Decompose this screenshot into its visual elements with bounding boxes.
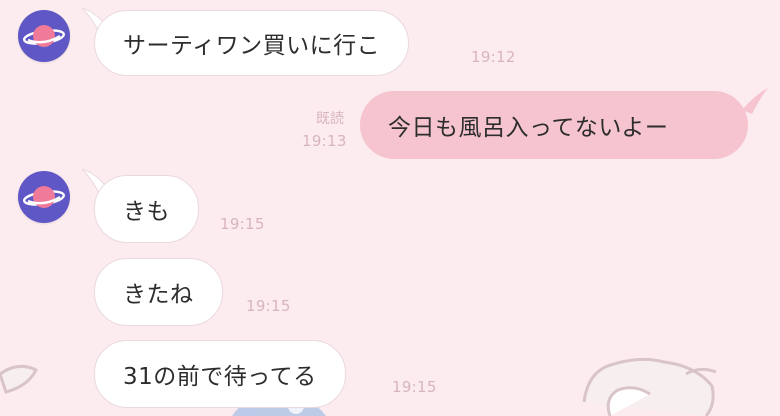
message-bubble-incoming[interactable]: サーティワン買いに行こ [94, 10, 410, 76]
message-text: 今日も風呂入ってないよー [388, 115, 669, 141]
message-timestamp: 19:15 [392, 378, 437, 396]
message-bubble-incoming[interactable]: きたね [94, 258, 223, 326]
contact-avatar[interactable] [18, 10, 70, 62]
message-text: きたね [123, 282, 194, 308]
message-bubble-outgoing[interactable]: 今日も風呂入ってないよー [360, 91, 748, 159]
bubble-tail [742, 88, 768, 114]
read-receipt: 既読 [316, 111, 344, 127]
message-text: きも [123, 199, 170, 225]
message-timestamp: 19:15 [246, 297, 291, 315]
message-bubble-incoming[interactable]: きも [94, 175, 199, 243]
message-bubble-incoming[interactable]: 31の前で待ってる [94, 340, 346, 408]
planet-icon [22, 25, 66, 47]
message-text: 31の前で待ってる [123, 364, 317, 390]
message-timestamp: 19:12 [471, 48, 516, 66]
message-text: サーティワン買いに行こ [123, 33, 381, 59]
chat-thread: サーティワン買いに行こ 19:12 既読 19:13 今日も風呂入ってないよー … [0, 0, 780, 416]
planet-icon [22, 186, 66, 208]
message-timestamp: 19:13 [302, 132, 347, 150]
contact-avatar[interactable] [18, 171, 70, 223]
message-timestamp: 19:15 [220, 215, 265, 233]
